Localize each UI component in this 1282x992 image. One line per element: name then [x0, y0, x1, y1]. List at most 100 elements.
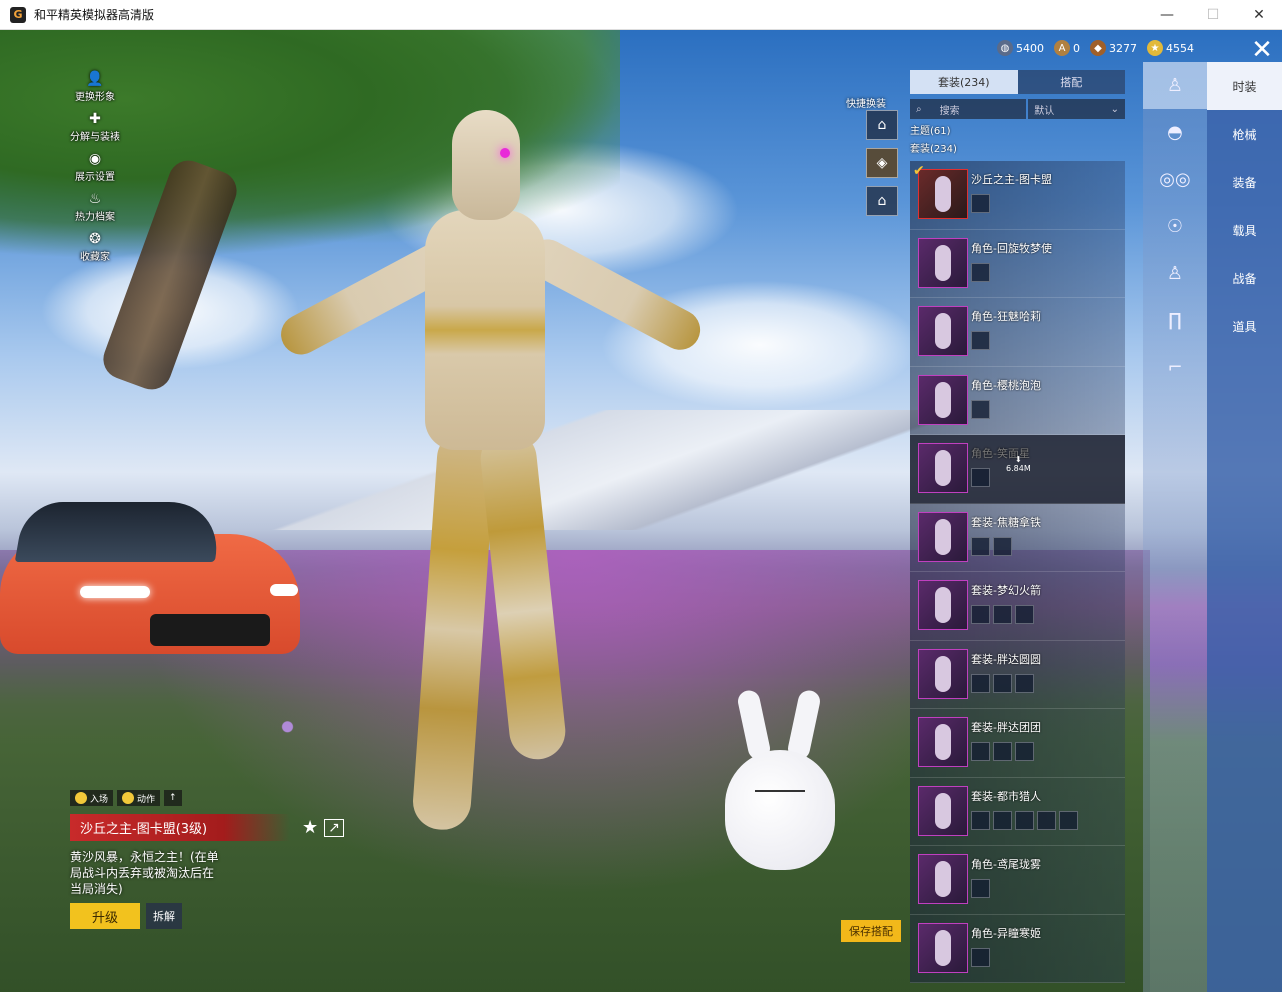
part-icon[interactable]: [971, 947, 990, 967]
part-icon[interactable]: [993, 673, 1012, 693]
theme-count[interactable]: 主题(61): [910, 123, 1125, 141]
sort-dropdown[interactable]: 默认 ⌄: [1028, 99, 1125, 119]
search-input[interactable]: ⌕ 搜索: [910, 99, 1027, 119]
suit-thumbnail: [918, 237, 968, 288]
tab-match[interactable]: 搭配: [1017, 70, 1125, 94]
part-icon[interactable]: [971, 262, 990, 282]
collapse-chip[interactable]: ↑: [164, 790, 182, 806]
part-icon[interactable]: [1015, 810, 1034, 830]
part-icon[interactable]: [971, 879, 990, 898]
tab-equipment[interactable]: 装备: [1207, 158, 1282, 206]
tab-fashion[interactable]: 时装: [1207, 62, 1282, 110]
part-icon[interactable]: [993, 742, 1012, 761]
suit-list-item[interactable]: 角色-异瞳寒姬: [910, 914, 1125, 983]
part-icon[interactable]: [971, 810, 990, 830]
part-icon[interactable]: [971, 673, 990, 693]
hanger-icon[interactable]: ⌂: [866, 186, 898, 216]
suit-thumbnail: [918, 169, 968, 219]
shoes-icon[interactable]: ⌐: [1143, 344, 1207, 391]
character-model[interactable]: [240, 110, 720, 870]
part-icon[interactable]: [971, 536, 990, 556]
suit-list-item[interactable]: 角色-回旋牧梦使: [910, 229, 1125, 298]
part-icon[interactable]: [1015, 673, 1034, 693]
part-icon[interactable]: [1015, 742, 1034, 761]
person-icon: 👤: [86, 71, 104, 87]
currency-value: 4554: [1166, 41, 1194, 55]
tab-guns[interactable]: 枪械: [1207, 110, 1282, 158]
currency-globe[interactable]: ◍ 5400: [997, 40, 1044, 56]
suit-list-item[interactable]: 角色-樱桃泡泡: [910, 366, 1125, 435]
up-arrow-icon: ↑: [169, 793, 177, 803]
share-icon[interactable]: ↗: [324, 818, 344, 837]
currency-bar: ◍ 5400 A 0 ◆ 3277 ★ 4554: [997, 40, 1194, 56]
suit-list-item[interactable]: ✔ 沙丘之主-图卡盟: [910, 161, 1125, 230]
currency-a[interactable]: A 0: [1054, 40, 1080, 56]
tab-suits[interactable]: 套装(234): [910, 70, 1018, 94]
part-icon[interactable]: [1015, 605, 1034, 624]
hanger-icon[interactable]: ⌂: [866, 110, 898, 140]
tab-props[interactable]: 道具: [1207, 302, 1282, 350]
part-icon[interactable]: [971, 742, 990, 761]
mask-icon[interactable]: ☉: [1143, 203, 1207, 250]
download-icon[interactable]: ⬇ 6.84M: [1006, 455, 1031, 473]
part-icon[interactable]: [993, 605, 1012, 624]
part-icon[interactable]: [971, 331, 990, 350]
check-icon: ✔: [913, 163, 925, 179]
part-icon[interactable]: [1037, 810, 1056, 830]
part-icon[interactable]: [971, 468, 990, 487]
part-icon[interactable]: [1059, 810, 1078, 830]
suit-list-item[interactable]: 套装-梦幻火箭: [910, 572, 1125, 641]
suit-name: 角色-回旋牧梦使: [971, 241, 1052, 255]
save-outfit-button[interactable]: 保存搭配: [841, 920, 901, 942]
star-icon[interactable]: ★: [302, 817, 318, 838]
left-menu-heat-archive[interactable]: ♨ 热力档案: [55, 190, 135, 230]
outfit-icon[interactable]: ♙: [1143, 62, 1207, 109]
left-menu-collector[interactable]: ❂ 收藏家: [55, 230, 135, 270]
part-icon[interactable]: [971, 399, 990, 419]
pants-icon[interactable]: ∏: [1143, 297, 1207, 344]
entrance-chip[interactable]: 入场: [70, 790, 114, 806]
item-description: 黄沙风暴，永恒之主！(在单局战斗内丢弃或被淘汰后在当局消失): [70, 850, 219, 896]
dismantle-button[interactable]: 拆解: [146, 903, 182, 929]
part-icon[interactable]: [993, 810, 1012, 830]
suit-list-item[interactable]: 套装-胖达圆圆: [910, 640, 1125, 709]
tab-combat-gear[interactable]: 战备: [1207, 254, 1282, 302]
cap-icon[interactable]: ◓: [1143, 109, 1207, 156]
figure-icon: [935, 518, 951, 555]
figure-icon: [935, 655, 951, 692]
suit-name: 套装-梦幻火箭: [971, 584, 1041, 597]
suit-list-item[interactable]: 套装-胖达团团: [910, 709, 1125, 778]
currency-bronze[interactable]: ◆ 3277: [1090, 40, 1137, 56]
part-icon[interactable]: [971, 194, 990, 213]
emblem-icon[interactable]: ◈: [866, 148, 898, 178]
currency-gold[interactable]: ★ 4554: [1147, 40, 1194, 56]
part-icon[interactable]: [971, 605, 990, 624]
smile-icon: [75, 792, 87, 804]
suit-list-item[interactable]: 角色-狂魅哈莉: [910, 298, 1125, 367]
person-icon: [122, 792, 135, 804]
top-icon[interactable]: ♙: [1143, 250, 1207, 297]
suit-thumbnail: [918, 306, 968, 356]
tab-vehicles[interactable]: 载具: [1207, 206, 1282, 254]
maximize-button[interactable]: ☐: [1190, 0, 1236, 30]
figure-icon: [935, 313, 951, 349]
main-tabs: 时装 枪械 装备 载具 战备 道具: [1207, 62, 1282, 992]
puzzle-icon: ✚: [89, 111, 101, 127]
chip-label: 动作: [137, 794, 156, 805]
action-chip[interactable]: 动作: [117, 790, 161, 806]
glasses-icon[interactable]: ◎◎: [1143, 156, 1207, 203]
left-menu-change-look[interactable]: 👤 更换形象: [55, 70, 135, 110]
suit-list-item[interactable]: 角色-鸢尾珑雾: [910, 846, 1125, 915]
left-menu-decompose[interactable]: ✚ 分解与装裱: [55, 110, 135, 150]
close-window-button[interactable]: ✕: [1236, 0, 1282, 30]
suit-count: 套装(234): [910, 144, 957, 155]
figure-icon: [935, 244, 951, 281]
left-menu-display-settings[interactable]: ◉ 展示设置: [55, 150, 135, 190]
suit-list-item[interactable]: 套装-焦糖拿铁: [910, 503, 1125, 572]
suit-list-item[interactable]: 套装-都市猎人: [910, 777, 1125, 846]
upgrade-button[interactable]: 升级: [70, 903, 140, 929]
suit-name: 角色-狂魅哈莉: [971, 310, 1041, 323]
part-icon[interactable]: [993, 536, 1012, 556]
suit-list-item[interactable]: 角色-笑面星 ⬇ 6.84M: [910, 435, 1125, 504]
minimize-button[interactable]: —: [1144, 0, 1190, 30]
